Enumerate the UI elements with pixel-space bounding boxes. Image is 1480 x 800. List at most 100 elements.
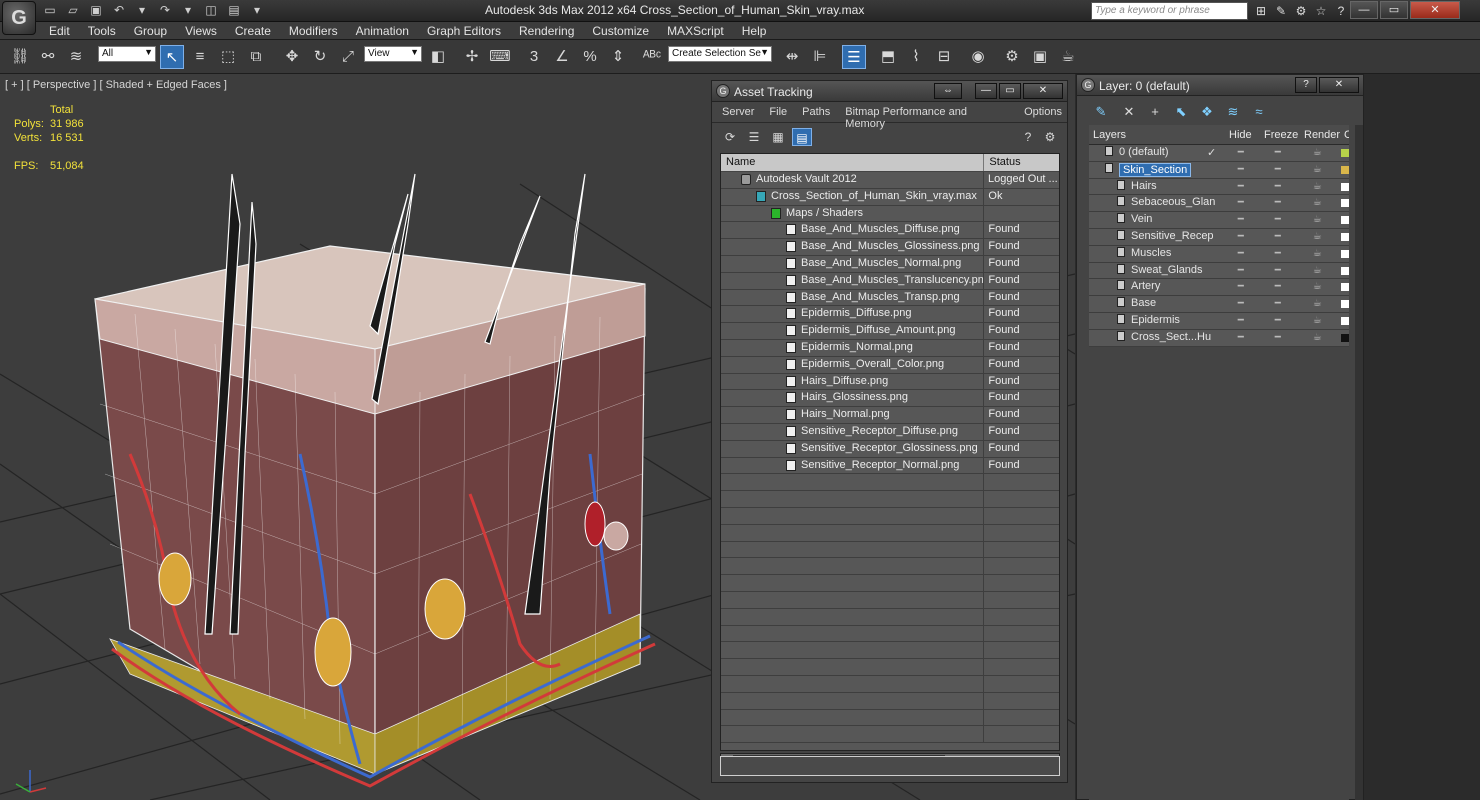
binoculars-icon[interactable]: ⊞ [1252,2,1270,20]
hide-toggle[interactable]: ━ [1223,279,1258,295]
hide-toggle[interactable]: ━ [1223,313,1258,329]
hide-toggle[interactable]: ━ [1223,296,1258,312]
unlink-icon[interactable]: ⚯ [36,45,60,69]
asset-row[interactable]: Epidermis_Normal.png Found [721,339,1059,357]
help-icon[interactable]: ? [1332,2,1350,20]
asset-tracking-titlebar[interactable]: G Asset Tracking ⇔ — ▭ ✕ [712,81,1067,102]
layer-column-layers[interactable]: Layers [1089,125,1225,144]
hide-toggle[interactable]: ━ [1223,195,1258,211]
window-crossing-icon[interactable]: ⧉ [244,45,268,69]
object-row[interactable]: Base ━ ━ ☕ [1089,296,1349,313]
undo-dropdown-icon[interactable]: ▾ [132,2,152,19]
layer-row[interactable]: 0 (default) ✓ ━ ━ ☕ [1089,145,1349,162]
layer-manager-titlebar[interactable]: G Layer: 0 (default) ? ✕ [1077,75,1363,96]
pivot-point-center-icon[interactable]: ◧ [426,45,450,69]
hold-icon[interactable]: ◫ [201,2,221,19]
mirror-icon[interactable]: ⇹ [780,45,804,69]
selection-filter-dropdown[interactable]: All ▼ [98,46,156,62]
reference-coordinate-dropdown[interactable]: View ▼ [364,46,422,62]
select-and-manipulate-icon[interactable]: ✢ [460,45,484,69]
object-row[interactable]: Sweat_Glands ━ ━ ☕ [1089,262,1349,280]
asset-row[interactable]: Cross_Section_of_Human_Skin_vray.max Ok [721,188,1059,206]
communication-icon[interactable]: ⚙ [1292,2,1310,20]
hide-toggle[interactable]: ━ [1223,229,1258,245]
spinner-snap-icon[interactable]: ⇕ [606,45,630,69]
render-teapot-icon[interactable]: ☕ [1298,179,1338,195]
curve-editor-icon[interactable]: ⌇ [904,45,928,69]
hide-toggle[interactable]: ━ [1223,246,1258,262]
rendered-frame-window-icon[interactable]: ▣ [1028,45,1052,69]
asset-row[interactable]: Maps / Shaders [721,205,1059,223]
object-row[interactable]: Vein ━ ━ ☕ [1089,212,1349,229]
restore-icon[interactable]: ▭ [1380,1,1408,19]
layer-row[interactable]: Skin_Section ━ ━ ☕ [1089,161,1349,179]
schematic-view-icon[interactable]: ⊟ [932,45,956,69]
color-swatch[interactable] [1341,232,1349,241]
redo-dropdown-icon[interactable]: ▾ [178,2,198,19]
asset-menu-server[interactable]: Server [712,102,759,122]
render-teapot-icon[interactable]: ☕ [1298,162,1338,178]
asset-row[interactable]: Epidermis_Diffuse.png Found [721,306,1059,324]
color-swatch[interactable] [1341,283,1349,292]
application-menu-button[interactable]: G [2,1,36,35]
object-row[interactable]: Sensitive_Recep ━ ━ ☕ [1089,228,1349,246]
render-teapot-icon[interactable]: ☕ [1298,313,1338,329]
asset-menu-paths[interactable]: Paths [792,102,835,122]
help-icon[interactable]: ? [1018,128,1038,146]
asset-row[interactable]: Base_And_Muscles_Diffuse.png Found [721,222,1059,240]
menu-item-graph-editors[interactable]: Graph Editors [418,24,510,38]
freeze-toggle[interactable]: ━ [1258,263,1298,279]
hide-toggle[interactable]: ━ [1223,145,1258,161]
asset-menu-bitmap-performance-and-memory[interactable]: Bitmap Performance and Memory [835,102,1014,130]
graphite-modeling-tools-icon[interactable]: ⬒ [876,45,900,69]
create-layer-icon[interactable]: ✎ [1091,102,1111,122]
freeze-toggle[interactable]: ━ [1258,246,1298,262]
favorites-star-icon[interactable]: ☆ [1312,2,1330,20]
object-row[interactable]: Epidermis ━ ━ ☕ [1089,312,1349,330]
angle-snap-icon[interactable]: ∠ [550,45,574,69]
layer-manager-icon[interactable]: ☰ [842,45,866,69]
material-editor-icon[interactable]: ◉ [966,45,990,69]
color-swatch[interactable] [1341,333,1349,342]
color-swatch[interactable] [1341,316,1349,325]
close-icon[interactable]: ✕ [1410,1,1460,19]
dock-toggle-icon[interactable]: ⇔ [934,83,962,99]
hide-toggle[interactable]: ━ [1223,330,1258,346]
undo-icon[interactable]: ↶ [109,2,129,19]
subscription-icon[interactable]: ✎ [1272,2,1290,20]
hide-toggle[interactable]: ━ [1223,212,1258,228]
menu-item-help[interactable]: Help [733,24,776,38]
layer-vertical-scrollbar[interactable] [1355,125,1363,800]
list-view-icon[interactable]: ☰ [744,128,764,146]
object-row[interactable]: Sebaceous_Glan ━ ━ ☕ [1089,195,1349,213]
color-swatch[interactable] [1341,300,1349,309]
select-and-move-icon[interactable]: ✥ [280,45,304,69]
layer-column-render[interactable]: Render [1300,125,1340,144]
menu-item-customize[interactable]: Customize [583,24,658,38]
color-swatch[interactable] [1341,249,1349,258]
asset-row[interactable]: Autodesk Vault 2012 Logged Out ... [721,172,1059,189]
help-icon[interactable]: ? [1295,77,1317,93]
color-swatch[interactable] [1341,165,1349,174]
customize-qa-dropdown-icon[interactable]: ▾ [247,2,267,19]
render-teapot-icon[interactable]: ☕ [1298,330,1338,346]
select-objects-icon[interactable]: ⬉ [1171,102,1191,122]
render-teapot-icon[interactable]: ☕ [1298,229,1338,245]
select-by-name-icon[interactable]: ≡ [188,45,212,69]
color-swatch[interactable] [1341,182,1349,191]
menu-item-edit[interactable]: Edit [40,24,79,38]
menu-item-animation[interactable]: Animation [347,24,418,38]
snaps-toggle-icon[interactable]: 3 [522,45,546,69]
select-and-link-icon[interactable]: ⛓ [8,45,32,69]
freeze-toggle[interactable]: ━ [1258,296,1298,312]
select-and-scale-icon[interactable]: ⤢ [336,45,360,69]
layer-column-freeze[interactable]: Freeze [1260,125,1300,144]
percent-snap-icon[interactable]: % [578,45,602,69]
asset-row[interactable]: Epidermis_Overall_Color.png Found [721,356,1059,374]
options-icon[interactable]: ⚙ [1040,128,1060,146]
asset-row[interactable]: Base_And_Muscles_Transp.png Found [721,289,1059,307]
render-teapot-icon[interactable]: ☕ [1298,296,1338,312]
freeze-toggle[interactable]: ━ [1258,195,1298,211]
align-icon[interactable]: ⊫ [808,45,832,69]
freeze-toggle[interactable]: ━ [1258,313,1298,329]
